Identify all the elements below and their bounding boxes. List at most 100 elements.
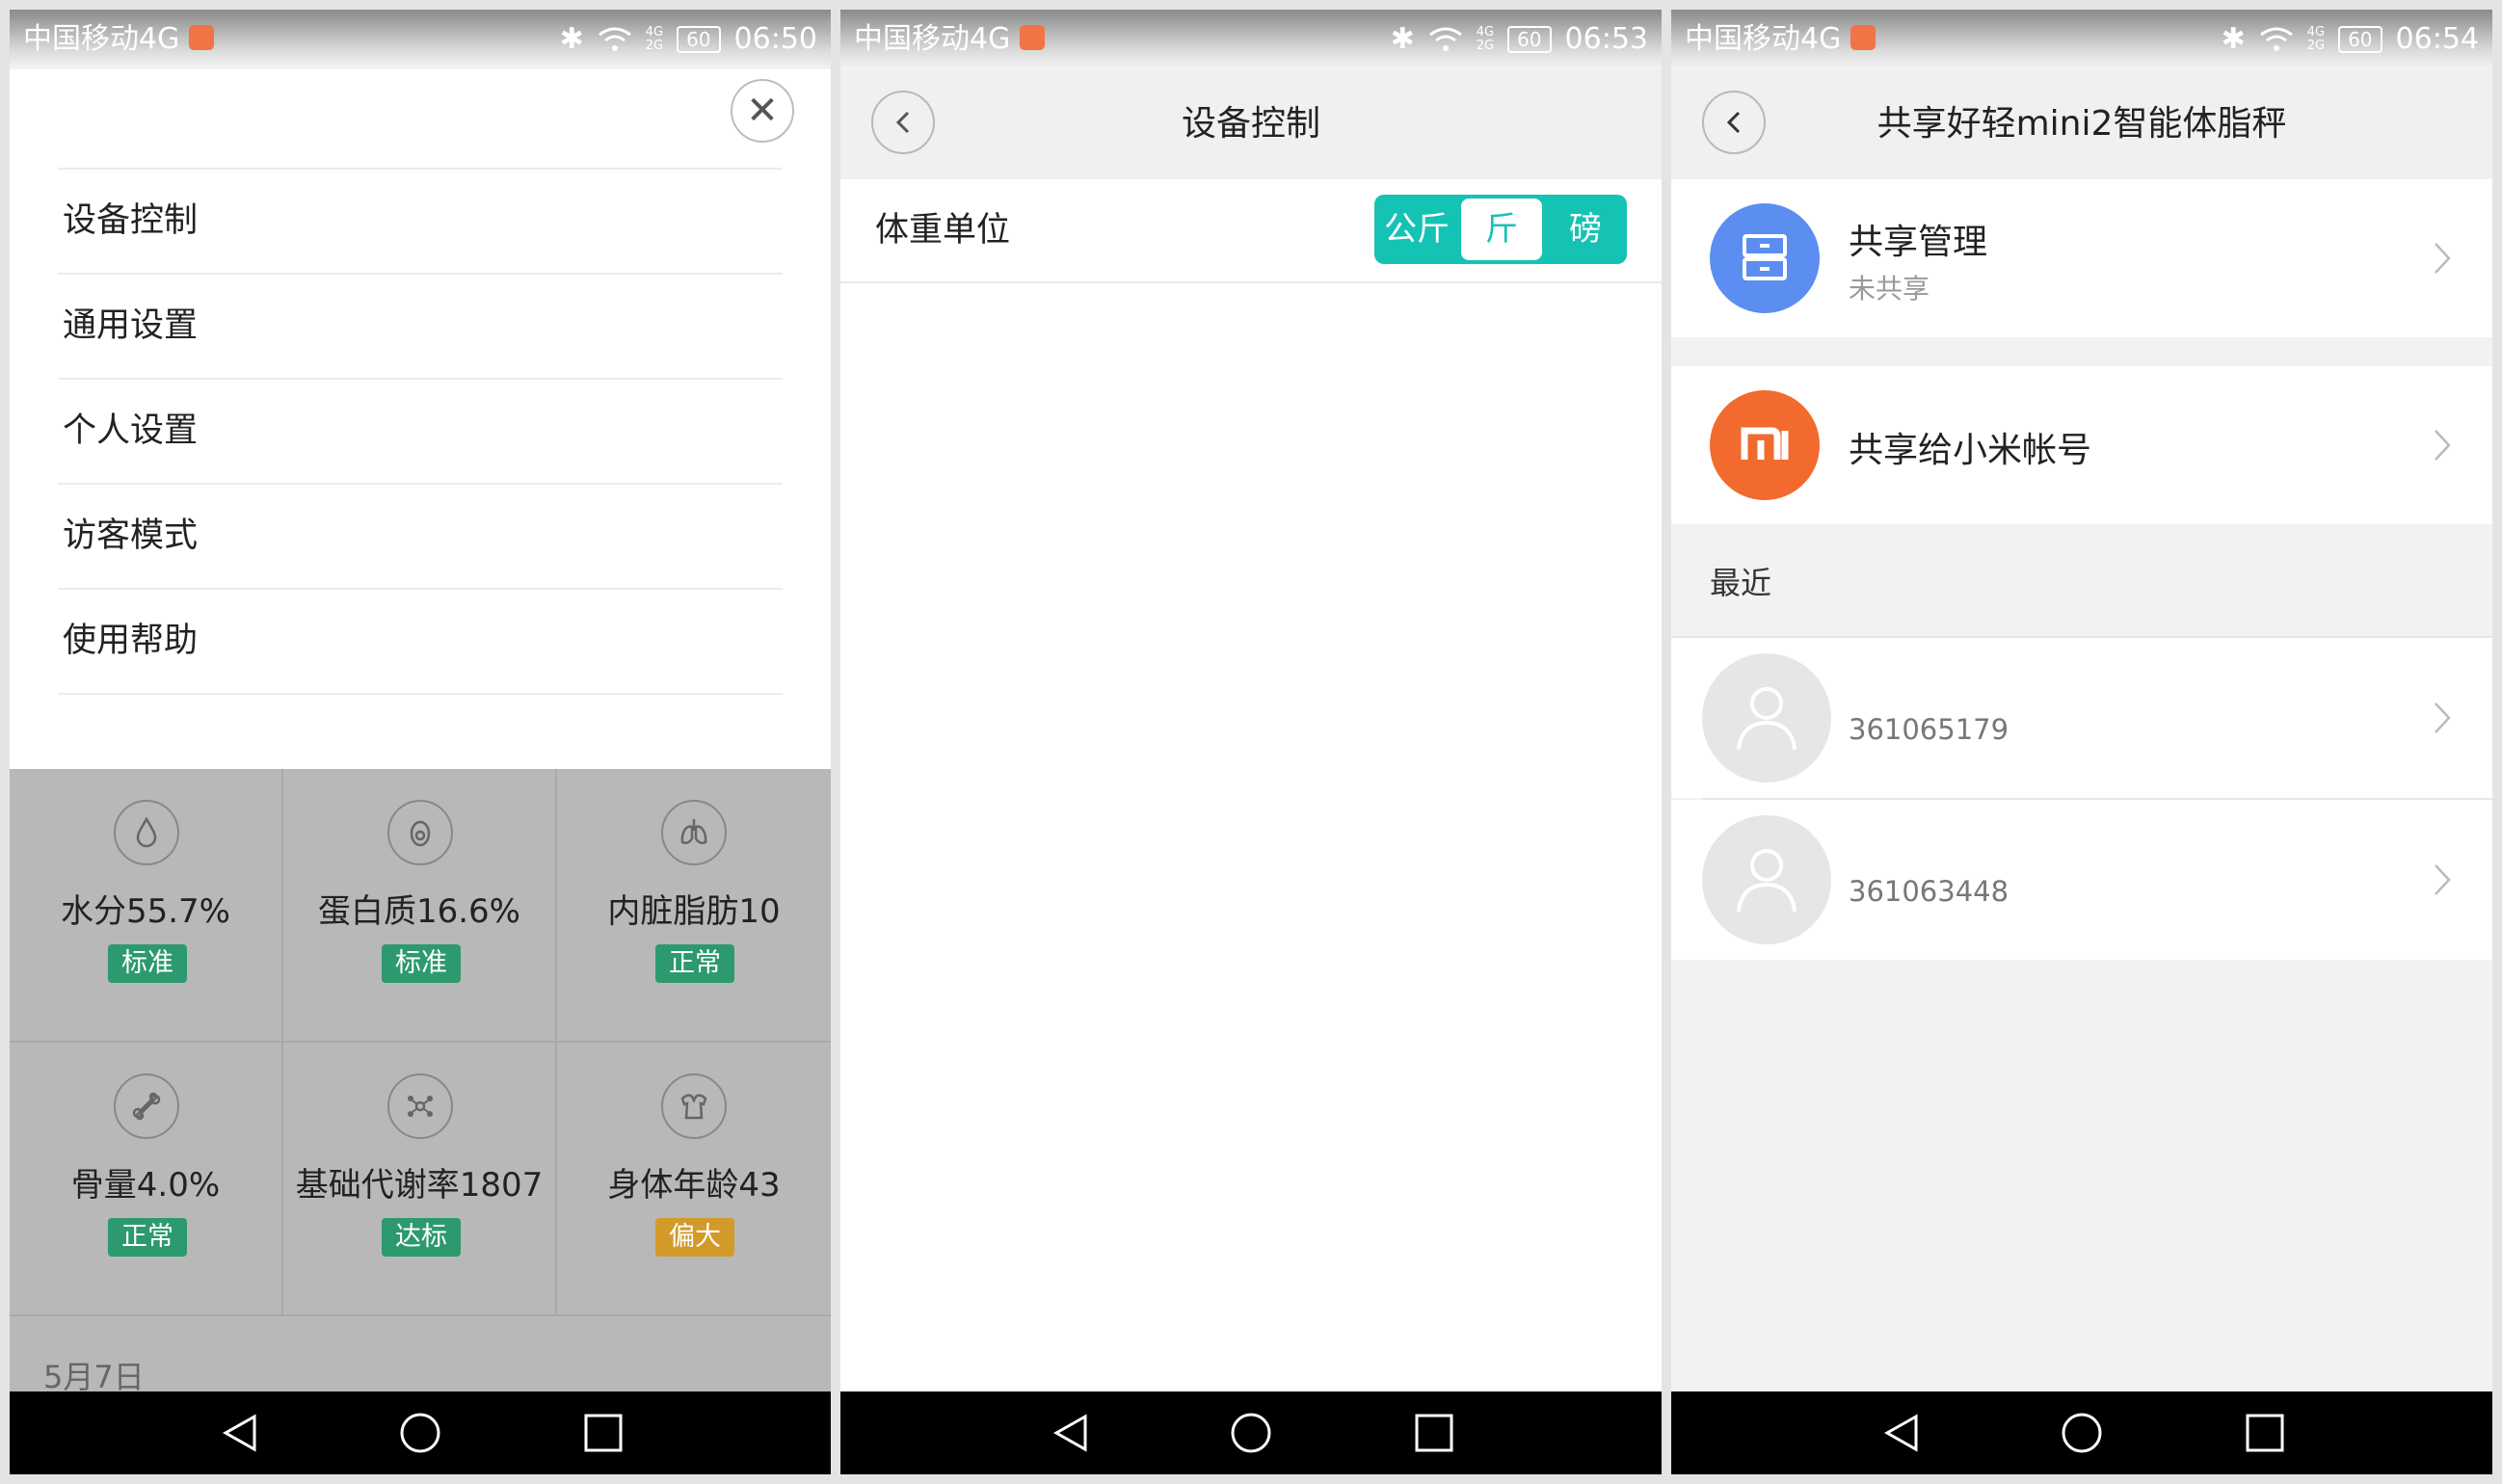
person-icon	[1737, 687, 1797, 751]
header: 共享好轻mini2智能体脂秤	[1671, 69, 2492, 179]
egg-icon	[387, 800, 453, 865]
water-drop-icon	[114, 800, 179, 865]
chevron-left-icon	[895, 111, 910, 134]
metric-card-protein: 蛋白质16.6% 标准	[283, 769, 557, 1043]
status-badge: 偏大	[655, 1218, 734, 1257]
nav-home-icon[interactable]	[2060, 1411, 2104, 1455]
clock: 06:54	[2395, 22, 2479, 56]
metric-card-bmr: 基础代谢率1807 达标	[283, 1043, 557, 1316]
contact-id: 361065179	[1849, 713, 2010, 746]
status-badge: 标准	[108, 944, 187, 983]
notification-badge-icon	[1020, 24, 1046, 50]
menu-item-guest-mode[interactable]: 访客模式	[58, 483, 783, 588]
chevron-right-icon	[2435, 702, 2451, 733]
wifi-icon	[2259, 27, 2293, 51]
page-title: 共享好轻mini2智能体脂秤	[1876, 104, 2287, 144]
person-icon	[1737, 849, 1797, 913]
contact-row[interactable]: 361065179	[1671, 638, 2492, 798]
menu-item-help[interactable]: 使用帮助	[58, 588, 783, 695]
metric-card-visceral-fat: 内脏脂肪10 正常	[557, 769, 831, 1043]
contact-id: 361063448	[1849, 875, 2010, 908]
status-badge: 标准	[382, 944, 461, 983]
screen-share: 中国移动4G ✱ 4G 2G 60 06:54 共享好轻mini2智能体脂秤 共享…	[1671, 10, 2492, 1474]
page-title: 设备控制	[1181, 104, 1320, 144]
chevron-right-icon	[2435, 243, 2451, 274]
status-bar: 中国移动4G ✱ 4G 2G 60 06:50	[10, 10, 831, 69]
nav-home-icon[interactable]	[398, 1411, 442, 1455]
unit-option-jin[interactable]: 斤	[1461, 199, 1542, 260]
metric-value: 身体年龄43	[607, 1166, 781, 1205]
share-manage-title: 共享管理	[1849, 223, 1988, 262]
back-button[interactable]	[1702, 91, 1766, 154]
signal-icon: 4G 2G	[645, 25, 664, 53]
recent-section-label: 最近	[1710, 565, 1772, 601]
screen-device-control: 中国移动4G ✱ 4G 2G 60 06:53 设备控制 体重单位 公斤 斤 磅	[840, 10, 1662, 1474]
molecule-icon	[387, 1073, 453, 1139]
unit-option-kg[interactable]: 公斤	[1374, 195, 1459, 264]
notification-badge-icon	[1850, 24, 1876, 50]
battery-icon: 60	[677, 26, 721, 53]
status-badge: 正常	[655, 944, 734, 983]
metric-card-bone: 骨量4.0% 正常	[10, 1043, 283, 1316]
status-bar: 中国移动4G ✱ 4G 2G 60 06:53	[840, 10, 1662, 69]
avatar	[1702, 815, 1831, 944]
wifi-icon	[1428, 27, 1462, 51]
share-manage-row[interactable]: 共享管理 未共享	[1671, 179, 2492, 337]
bone-icon	[114, 1073, 179, 1139]
signal-icon: 4G 2G	[2306, 25, 2326, 53]
clock: 06:53	[1564, 22, 1648, 56]
share-to-mi-title: 共享给小米帐号	[1849, 431, 2092, 470]
android-nav-bar	[10, 1391, 831, 1474]
drawer-icon	[1743, 234, 1787, 280]
carrier-label: 中国移动4G	[23, 10, 215, 69]
carrier-label: 中国移动4G	[854, 10, 1046, 69]
metrics-grid: 水分55.7% 标准 蛋白质16.6% 标准 内脏脂肪10 正常 骨量4.0% …	[10, 769, 831, 1395]
menu-item-personal-settings[interactable]: 个人设置	[58, 378, 783, 483]
weight-unit-toggle: 公斤 斤 磅	[1374, 195, 1627, 264]
metric-card-body-age: 身体年龄43 偏大	[557, 1043, 831, 1316]
status-bar: 中国移动4G ✱ 4G 2G 60 06:54	[1671, 10, 2492, 69]
metric-value: 蛋白质16.6%	[317, 892, 520, 931]
android-nav-bar	[1671, 1391, 2492, 1474]
chevron-right-icon	[2435, 864, 2451, 895]
status-badge: 正常	[108, 1218, 187, 1257]
settings-menu: 设备控制 通用设置 个人设置 访客模式 使用帮助	[58, 168, 783, 695]
chevron-left-icon	[1726, 111, 1741, 134]
torso-icon	[661, 1073, 727, 1139]
menu-item-general-settings[interactable]: 通用设置	[58, 273, 783, 378]
weight-unit-row: 体重单位 公斤 斤 磅	[840, 179, 1662, 283]
notification-badge-icon	[189, 24, 215, 50]
status-badge: 达标	[382, 1218, 461, 1257]
nav-recents-icon[interactable]	[581, 1411, 626, 1455]
nav-recents-icon[interactable]	[2243, 1411, 2287, 1455]
metric-value: 基础代谢率1807	[295, 1166, 544, 1205]
bluetooth-icon: ✱	[2221, 22, 2246, 56]
share-manage-status: 未共享	[1849, 273, 1930, 305]
metric-value: 水分55.7%	[60, 892, 230, 931]
metric-value: 骨量4.0%	[70, 1166, 221, 1205]
battery-icon: 60	[2338, 26, 2382, 53]
mi-logo-icon	[1710, 390, 1820, 500]
bluetooth-icon: ✱	[559, 22, 584, 56]
menu-item-device-control[interactable]: 设备控制	[58, 168, 783, 273]
battery-icon: 60	[1507, 26, 1552, 53]
metric-value: 内脏脂肪10	[607, 892, 781, 931]
avatar	[1702, 653, 1831, 782]
nav-back-icon[interactable]	[218, 1411, 262, 1455]
close-button[interactable]: ✕	[731, 79, 794, 143]
unit-option-lb[interactable]: 磅	[1544, 195, 1627, 264]
nav-recents-icon[interactable]	[1412, 1411, 1456, 1455]
nav-back-icon[interactable]	[1049, 1411, 1093, 1455]
header: 设备控制	[840, 69, 1662, 179]
close-icon: ✕	[746, 89, 779, 133]
nav-home-icon[interactable]	[1229, 1411, 1273, 1455]
signal-icon: 4G 2G	[1476, 25, 1495, 53]
contact-row[interactable]: 361063448	[1671, 800, 2492, 960]
nav-back-icon[interactable]	[1879, 1411, 1924, 1455]
lungs-icon	[661, 800, 727, 865]
chevron-right-icon	[2435, 430, 2451, 461]
bluetooth-icon: ✱	[1390, 22, 1415, 56]
share-to-mi-account-row[interactable]: 共享给小米帐号	[1671, 366, 2492, 524]
carrier-label: 中国移动4G	[1685, 10, 1876, 69]
back-button[interactable]	[871, 91, 935, 154]
